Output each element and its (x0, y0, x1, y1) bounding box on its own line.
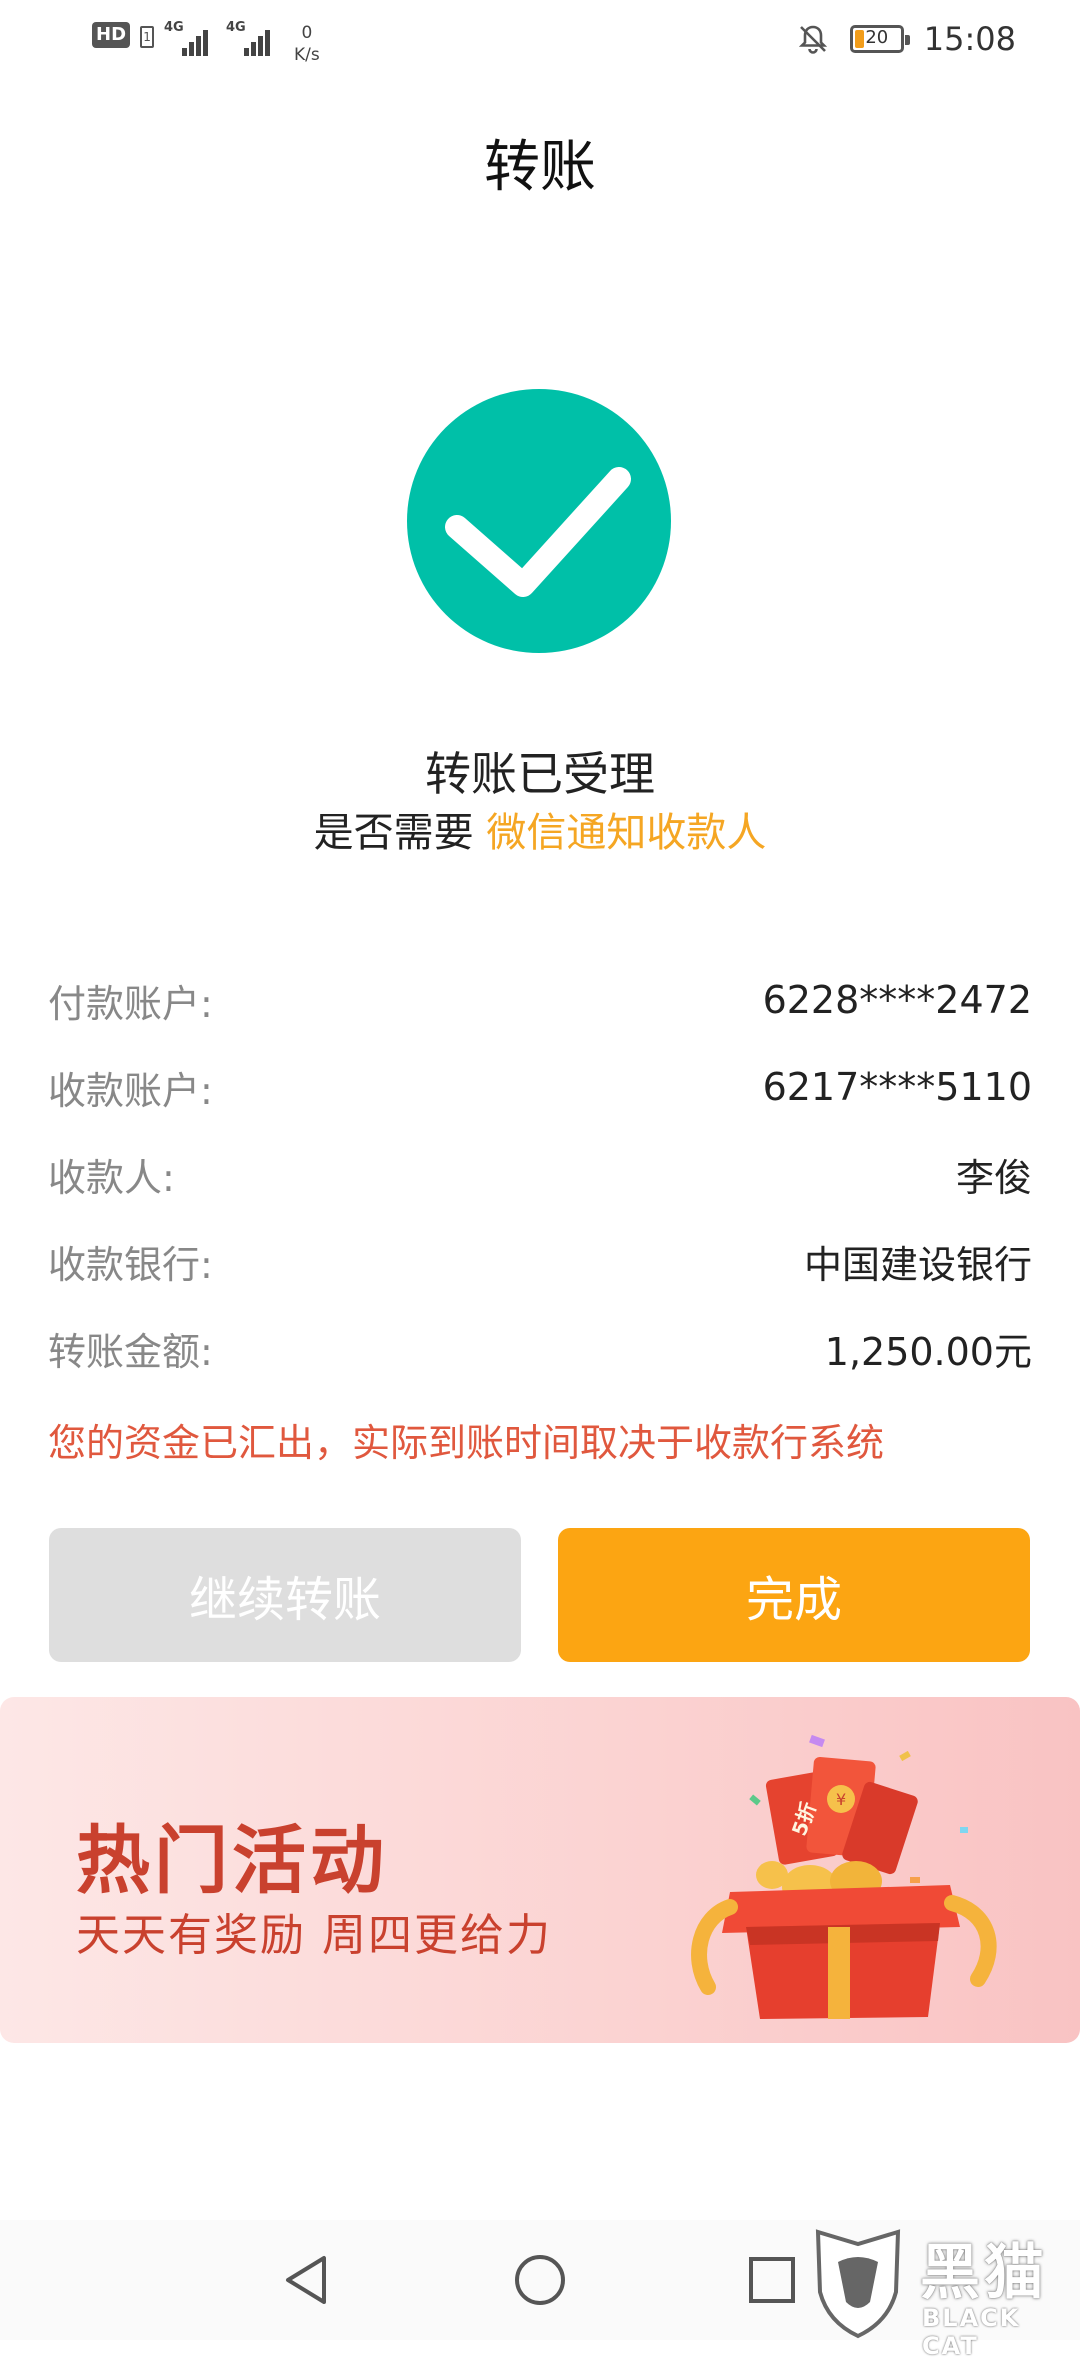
status-title: 转账已受理 (425, 747, 655, 801)
promo-banner[interactable]: 热门活动 天天有奖励 周四更给力 ¥ 5折 (0, 1697, 1080, 2043)
detail-label: 转账金额: (48, 1329, 213, 1374)
detail-value: 李俊 (955, 1155, 1032, 1200)
speed-value: 0 (301, 23, 313, 43)
battery-icon: 20 (849, 25, 910, 53)
watermark: 黑猫 BLACK CAT (808, 2222, 1080, 2360)
detail-row-payer-account: 付款账户: 6228****2472 (48, 965, 1032, 1035)
continue-transfer-button[interactable]: 继续转账 (49, 1528, 521, 1662)
battery-level: 20 (865, 27, 889, 48)
banner-subtitle: 天天有奖励 周四更给力 (76, 1910, 552, 1961)
detail-label: 付款账户: (48, 981, 213, 1026)
wechat-notify-link[interactable]: 微信通知收款人 (486, 810, 766, 856)
funds-notice: 您的资金已汇出，实际到账时间取决于收款行系统 (48, 1421, 885, 1465)
gift-box-icon: ¥ 5折 (691, 1734, 997, 2019)
cat-shield-icon (815, 2229, 901, 2339)
page-title: 转账 (484, 135, 596, 200)
status-left: HD 1 4G 4G 0 K/s (92, 20, 320, 66)
detail-value: 1,250.00元 (824, 1329, 1032, 1374)
detail-value: 6228****2472 (762, 978, 1032, 1022)
banner-title: 热门活动 (76, 1818, 388, 1904)
detail-label: 收款银行: (48, 1242, 213, 1287)
sim-icon: 1 (140, 26, 155, 48)
notify-prefix: 是否需要 (313, 810, 487, 856)
network-type-label: 4G (164, 20, 184, 35)
detail-row-amount: 转账金额: 1,250.00元 (48, 1313, 1032, 1383)
clock: 15:08 (923, 20, 1016, 58)
network-speed: 0 K/s (294, 22, 320, 66)
notify-line: 是否需要 微信通知收款人 (0, 800, 1080, 858)
detail-value: 6217****5110 (762, 1065, 1032, 1109)
bell-off-icon (798, 25, 827, 54)
done-button[interactable]: 完成 (558, 1528, 1030, 1662)
status-right: 20 15:08 (796, 20, 1016, 58)
speed-unit: K/s (294, 45, 320, 65)
detail-value: 中国建设银行 (803, 1242, 1032, 1287)
status-bar: HD 1 4G 4G 0 K/s 20 15:08 (0, 0, 1080, 84)
coin-label: ¥ (836, 1790, 846, 1809)
check-circle-icon (407, 389, 671, 653)
home-circle-icon[interactable] (510, 2250, 570, 2310)
signal-icon: 4G (226, 20, 271, 56)
network-type-label: 4G (226, 20, 246, 35)
watermark-en: BLACK CAT (922, 2304, 1021, 2360)
signal-icon: 4G (164, 20, 209, 56)
watermark-cn: 黑猫 (920, 2238, 1048, 2308)
hd-icon: HD (92, 22, 131, 48)
detail-row-payee-name: 收款人: 李俊 (48, 1139, 1032, 1209)
detail-row-payee-bank: 收款银行: 中国建设银行 (48, 1226, 1032, 1296)
detail-row-payee-account: 收款账户: 6217****5110 (48, 1052, 1032, 1122)
back-triangle-icon[interactable] (278, 2250, 338, 2310)
detail-label: 收款账户: (48, 1068, 213, 1113)
recent-square-icon[interactable] (742, 2250, 802, 2310)
detail-label: 收款人: (48, 1155, 175, 1200)
